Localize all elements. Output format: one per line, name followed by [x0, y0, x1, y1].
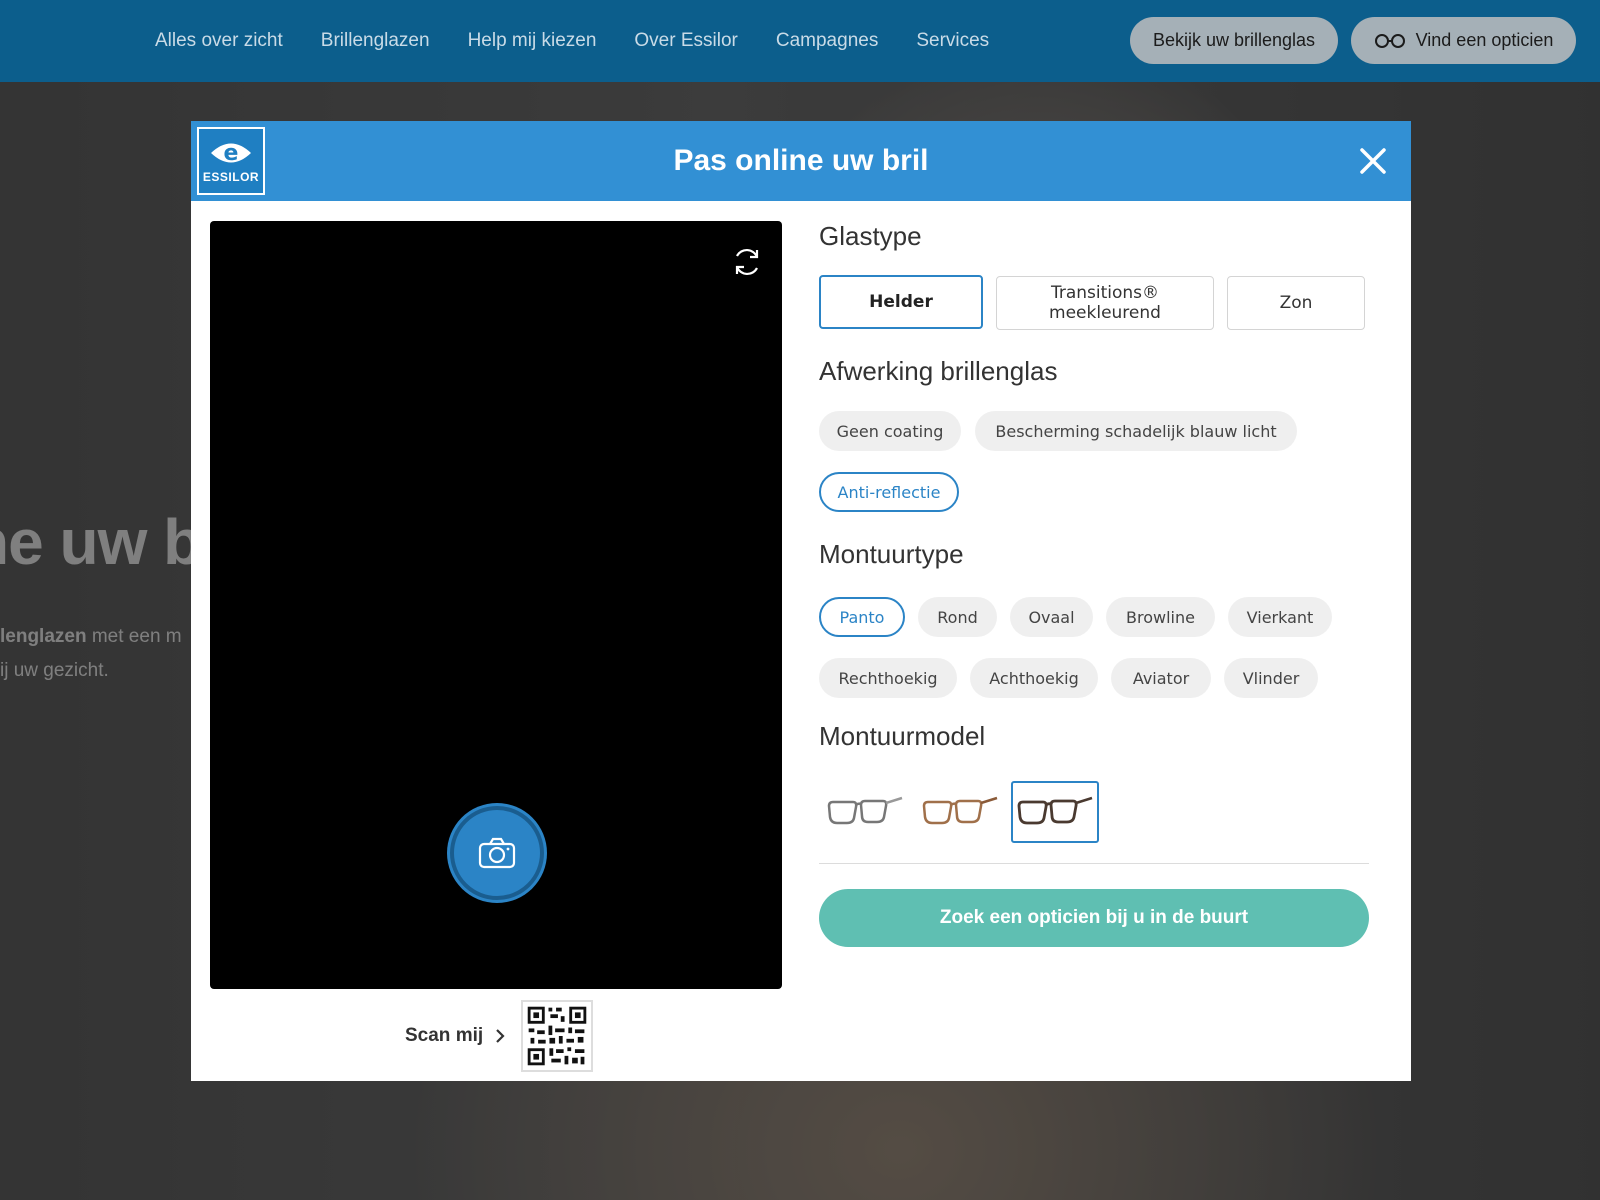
montuurtype-title: Montuurtype	[819, 539, 964, 569]
frame-model-tortoise[interactable]	[916, 781, 1004, 843]
glastype-option-label: Helder	[869, 292, 933, 312]
nav-link-over-essilor[interactable]: Over Essilor	[634, 30, 737, 52]
camera-preview	[210, 221, 782, 989]
montuurtype-option-vierkant[interactable]: Vierkant	[1228, 597, 1332, 637]
montuurtype-option-aviator[interactable]: Aviator	[1111, 658, 1211, 698]
section-divider	[819, 863, 1369, 864]
montuurtype-option-panto[interactable]: Panto	[819, 597, 905, 637]
montuurtype-option-ovaal[interactable]: Ovaal	[1010, 597, 1093, 637]
montuurtype-option-vlinder[interactable]: Vlinder	[1224, 658, 1318, 698]
glasses-icon	[1374, 33, 1405, 48]
montuurtype-option-rechthoekig[interactable]: Rechthoekig	[819, 658, 957, 698]
frame-model-grey[interactable]	[821, 781, 909, 843]
find-optician-nearby-button[interactable]: Zoek een opticien bij u in de buurt	[819, 889, 1369, 947]
montuurtype-option-achthoekig[interactable]: Achthoekig	[970, 658, 1098, 698]
frame-model-dark[interactable]	[1011, 781, 1099, 843]
nav-link-campagnes[interactable]: Campagnes	[776, 30, 878, 52]
glasses-tortoise-icon	[922, 796, 998, 825]
glastype-option-label: Zon	[1279, 293, 1313, 313]
qr-code-icon	[521, 1000, 594, 1072]
glastype-title: Glastype	[819, 221, 922, 251]
scan-qr-row: Scan mij	[405, 999, 594, 1073]
montuurtype-option-rond[interactable]: Rond	[918, 597, 997, 637]
find-optician-label: Vind een opticien	[1415, 30, 1554, 50]
afwerking-option-anti-reflectie[interactable]: Anti-reflectie	[819, 472, 959, 512]
logo-wordmark: ESSILOR	[202, 170, 260, 184]
montuurtype-option-browline[interactable]: Browline	[1106, 597, 1215, 637]
nav-link-brillenglazen[interactable]: Brillenglazen	[321, 30, 430, 52]
essilor-logo: e ESSILOR	[197, 127, 265, 195]
modal-title: Pas online uw bril	[673, 144, 929, 177]
try-on-modal: Pas online uw bril e ESSILOR Scan mij Gl…	[191, 121, 1411, 1081]
nav-link-services[interactable]: Services	[916, 30, 989, 52]
view-lens-button[interactable]: Bekijk uw brillenglas	[1130, 17, 1338, 64]
camera-icon	[478, 837, 516, 869]
afwerking-title: Afwerking brillenglas	[819, 356, 1058, 386]
chevron-right-icon	[496, 1029, 505, 1043]
view-lens-label: Bekijk uw brillenglas	[1152, 30, 1316, 50]
afwerking-option-blauw-licht[interactable]: Bescherming schadelijk blauw licht	[975, 411, 1297, 451]
nav-links: Alles over zicht Brillenglazen Help mij …	[155, 0, 1027, 82]
glastype-option-zon[interactable]: Zon	[1227, 276, 1365, 330]
close-icon[interactable]	[1355, 143, 1391, 179]
glastype-option-transitions[interactable]: Transitions® meekleurend	[996, 276, 1214, 330]
afwerking-option-geen-coating[interactable]: Geen coating	[819, 411, 961, 451]
refresh-icon[interactable]	[730, 245, 764, 279]
eye-logo-icon: e	[211, 141, 251, 166]
capture-photo-button[interactable]	[450, 806, 544, 900]
glasses-grey-icon	[827, 796, 903, 825]
glasses-dark-icon	[1017, 796, 1093, 825]
montuurmodel-title: Montuurmodel	[819, 721, 986, 751]
nav-link-help-mij-kiezen[interactable]: Help mij kiezen	[468, 30, 597, 52]
find-optician-button[interactable]: Vind een opticien	[1351, 17, 1576, 64]
svg-text:e: e	[224, 141, 239, 166]
scan-label: Scan mij	[405, 1025, 484, 1046]
top-navigation: Alles over zicht Brillenglazen Help mij …	[0, 0, 1600, 82]
nav-link-alles-over-zicht[interactable]: Alles over zicht	[155, 30, 283, 52]
glastype-option-helder[interactable]: Helder	[819, 275, 983, 329]
glastype-option-label: Transitions® meekleurend	[1049, 283, 1161, 323]
modal-header: Pas online uw bril e ESSILOR	[191, 121, 1411, 201]
